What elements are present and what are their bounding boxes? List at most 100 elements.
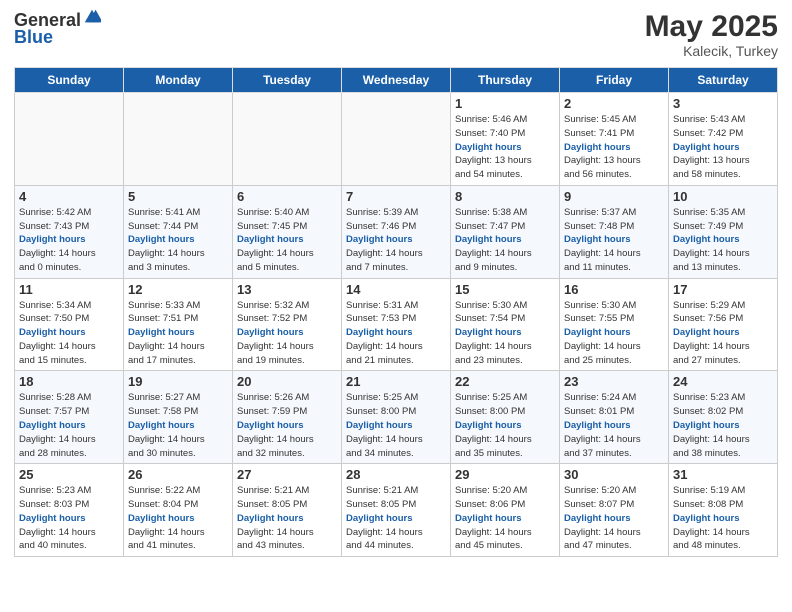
day-info: Sunrise: 5:33 AMSunset: 7:51 PMDaylight …	[128, 299, 228, 368]
day-number: 2	[564, 96, 664, 111]
day-cell: 4 Sunrise: 5:42 AMSunset: 7:43 PMDaylight…	[15, 185, 124, 278]
day-number: 25	[19, 467, 119, 482]
day-cell: 31 Sunrise: 5:19 AMSunset: 8:08 PMDayligh…	[669, 464, 778, 557]
day-number: 5	[128, 189, 228, 204]
day-cell: 18 Sunrise: 5:28 AMSunset: 7:57 PMDayligh…	[15, 371, 124, 464]
day-number: 7	[346, 189, 446, 204]
day-number: 23	[564, 374, 664, 389]
day-number: 1	[455, 96, 555, 111]
day-cell: 7 Sunrise: 5:39 AMSunset: 7:46 PMDaylight…	[342, 185, 451, 278]
day-number: 29	[455, 467, 555, 482]
day-number: 27	[237, 467, 337, 482]
day-number: 9	[564, 189, 664, 204]
day-cell: 26 Sunrise: 5:22 AMSunset: 8:04 PMDayligh…	[124, 464, 233, 557]
day-info: Sunrise: 5:37 AMSunset: 7:48 PMDaylight …	[564, 206, 664, 275]
day-info: Sunrise: 5:41 AMSunset: 7:44 PMDaylight …	[128, 206, 228, 275]
day-info: Sunrise: 5:26 AMSunset: 7:59 PMDaylight …	[237, 391, 337, 460]
day-cell: 3Sunrise: 5:43 AMSunset: 7:42 PMDaylight…	[669, 93, 778, 186]
day-cell: 28 Sunrise: 5:21 AMSunset: 8:05 PMDayligh…	[342, 464, 451, 557]
header-thursday: Thursday	[451, 68, 560, 93]
location: Kalecik, Turkey	[645, 43, 778, 59]
month-year: May 2025	[645, 10, 778, 43]
day-info: Sunrise: 5:20 AMSunset: 8:06 PMDaylight …	[455, 484, 555, 553]
day-info: Sunrise: 5:28 AMSunset: 7:57 PMDaylight …	[19, 391, 119, 460]
logo-icon	[83, 8, 101, 26]
week-row-1: 1 Sunrise: 5:46 AMSunset: 7:40 PMDaylight…	[15, 93, 778, 186]
day-info: Sunrise: 5:32 AMSunset: 7:52 PMDaylight …	[237, 299, 337, 368]
day-cell	[124, 93, 233, 186]
day-cell: 12 Sunrise: 5:33 AMSunset: 7:51 PMDayligh…	[124, 278, 233, 371]
day-info: Sunrise: 5:27 AMSunset: 7:58 PMDaylight …	[128, 391, 228, 460]
day-number: 12	[128, 282, 228, 297]
week-row-4: 18 Sunrise: 5:28 AMSunset: 7:57 PMDayligh…	[15, 371, 778, 464]
day-number: 31	[673, 467, 773, 482]
day-cell: 17Sunrise: 5:29 AMSunset: 7:56 PMDayligh…	[669, 278, 778, 371]
day-cell	[233, 93, 342, 186]
day-cell: 29 Sunrise: 5:20 AMSunset: 8:06 PMDayligh…	[451, 464, 560, 557]
day-number: 10	[673, 189, 773, 204]
day-number: 26	[128, 467, 228, 482]
day-info: Sunrise: 5:35 AMSunset: 7:49 PMDaylight …	[673, 206, 773, 275]
day-cell: 25Sunrise: 5:23 AMSunset: 8:03 PMDayligh…	[15, 464, 124, 557]
header-saturday: Saturday	[669, 68, 778, 93]
day-info: Sunrise: 5:25 AMSunset: 8:00 PMDaylight …	[455, 391, 555, 460]
header: General Blue May 2025 Kalecik, Turkey	[14, 10, 778, 59]
day-info: Sunrise: 5:39 AMSunset: 7:46 PMDaylight …	[346, 206, 446, 275]
day-number: 17	[673, 282, 773, 297]
week-row-3: 11 Sunrise: 5:34 AMSunset: 7:50 PMDayligh…	[15, 278, 778, 371]
day-info: Sunrise: 5:23 AMSunset: 8:02 PMDaylight …	[673, 391, 773, 460]
header-sunday: Sunday	[15, 68, 124, 93]
header-monday: Monday	[124, 68, 233, 93]
day-cell	[15, 93, 124, 186]
logo-blue: Blue	[14, 27, 53, 48]
day-cell: 19 Sunrise: 5:27 AMSunset: 7:58 PMDayligh…	[124, 371, 233, 464]
day-cell	[342, 93, 451, 186]
logo: General Blue	[14, 10, 101, 48]
calendar-table: Sunday Monday Tuesday Wednesday Thursday…	[14, 67, 778, 557]
day-number: 21	[346, 374, 446, 389]
day-info: Sunrise: 5:31 AMSunset: 7:53 PMDaylight …	[346, 299, 446, 368]
day-number: 11	[19, 282, 119, 297]
header-friday: Friday	[560, 68, 669, 93]
day-number: 14	[346, 282, 446, 297]
day-cell: 27Sunrise: 5:21 AMSunset: 8:05 PMDayligh…	[233, 464, 342, 557]
day-cell: 20 Sunrise: 5:26 AMSunset: 7:59 PMDayligh…	[233, 371, 342, 464]
day-info: Sunrise: 5:40 AMSunset: 7:45 PMDaylight …	[237, 206, 337, 275]
header-wednesday: Wednesday	[342, 68, 451, 93]
day-info: Sunrise: 5:22 AMSunset: 8:04 PMDaylight …	[128, 484, 228, 553]
day-cell: 30Sunrise: 5:20 AMSunset: 8:07 PMDayligh…	[560, 464, 669, 557]
day-number: 18	[19, 374, 119, 389]
day-info: Sunrise: 5:46 AMSunset: 7:40 PMDaylight …	[455, 113, 555, 182]
day-info: Sunrise: 5:42 AMSunset: 7:43 PMDaylight …	[19, 206, 119, 275]
day-number: 3	[673, 96, 773, 111]
day-info: Sunrise: 5:21 AMSunset: 8:05 PMDaylight …	[346, 484, 446, 553]
day-number: 15	[455, 282, 555, 297]
day-number: 22	[455, 374, 555, 389]
header-tuesday: Tuesday	[233, 68, 342, 93]
day-info: Sunrise: 5:19 AMSunset: 8:08 PMDaylight …	[673, 484, 773, 553]
week-row-5: 25Sunrise: 5:23 AMSunset: 8:03 PMDayligh…	[15, 464, 778, 557]
day-cell: 11 Sunrise: 5:34 AMSunset: 7:50 PMDayligh…	[15, 278, 124, 371]
title-area: May 2025 Kalecik, Turkey	[645, 10, 778, 59]
day-number: 24	[673, 374, 773, 389]
calendar-header-row: Sunday Monday Tuesday Wednesday Thursday…	[15, 68, 778, 93]
day-number: 8	[455, 189, 555, 204]
day-info: Sunrise: 5:24 AMSunset: 8:01 PMDaylight …	[564, 391, 664, 460]
day-number: 4	[19, 189, 119, 204]
day-number: 13	[237, 282, 337, 297]
calendar-page: General Blue May 2025 Kalecik, Turkey Su…	[0, 0, 792, 612]
day-number: 20	[237, 374, 337, 389]
day-info: Sunrise: 5:20 AMSunset: 8:07 PMDaylight …	[564, 484, 664, 553]
day-info: Sunrise: 5:30 AMSunset: 7:55 PMDaylight …	[564, 299, 664, 368]
day-cell: 24 Sunrise: 5:23 AMSunset: 8:02 PMDayligh…	[669, 371, 778, 464]
day-cell: 22 Sunrise: 5:25 AMSunset: 8:00 PMDayligh…	[451, 371, 560, 464]
day-cell: 16 Sunrise: 5:30 AMSunset: 7:55 PMDayligh…	[560, 278, 669, 371]
day-number: 19	[128, 374, 228, 389]
day-info: Sunrise: 5:34 AMSunset: 7:50 PMDaylight …	[19, 299, 119, 368]
day-number: 28	[346, 467, 446, 482]
day-info: Sunrise: 5:38 AMSunset: 7:47 PMDaylight …	[455, 206, 555, 275]
day-info: Sunrise: 5:30 AMSunset: 7:54 PMDaylight …	[455, 299, 555, 368]
day-cell: 23 Sunrise: 5:24 AMSunset: 8:01 PMDayligh…	[560, 371, 669, 464]
day-number: 16	[564, 282, 664, 297]
week-row-2: 4 Sunrise: 5:42 AMSunset: 7:43 PMDaylight…	[15, 185, 778, 278]
